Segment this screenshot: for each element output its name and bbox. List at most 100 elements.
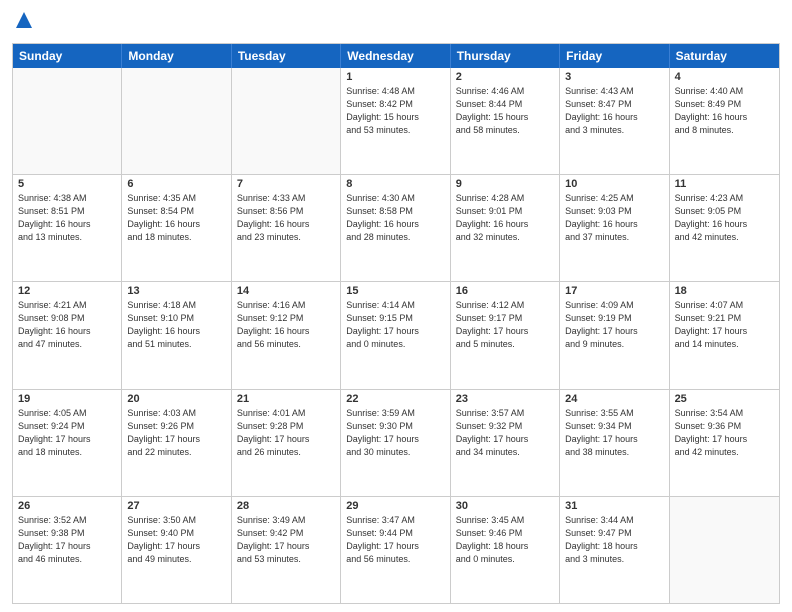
cell-info: Sunrise: 3:54 AM Sunset: 9:36 PM Dayligh… bbox=[675, 407, 774, 459]
cell-info: Sunrise: 4:18 AM Sunset: 9:10 PM Dayligh… bbox=[127, 299, 225, 351]
day-cell-2: 2Sunrise: 4:46 AM Sunset: 8:44 PM Daylig… bbox=[451, 68, 560, 174]
day-cell-6: 6 Sunrise: 4:35 AM Sunset: 8:54 PM Daylig… bbox=[122, 175, 231, 281]
day-cell-14: 14 Sunrise: 4:16 AM Sunset: 9:12 PM Dayli… bbox=[232, 282, 341, 388]
day-cell-23: 23 Sunrise: 3:57 AM Sunset: 9:32 PM Dayli… bbox=[451, 390, 560, 496]
calendar-header: SundayMondayTuesdayWednesdayThursdayFrid… bbox=[13, 44, 779, 68]
day-cell-11: 11 Sunrise: 4:23 AM Sunset: 9:05 PM Dayli… bbox=[670, 175, 779, 281]
week-row-4: 26 Sunrise: 3:52 AM Sunset: 9:38 PM Dayli… bbox=[13, 497, 779, 603]
day-number: 11 bbox=[675, 178, 774, 190]
day-cell-25: 25Sunrise: 3:54 AM Sunset: 9:36 PM Dayli… bbox=[670, 390, 779, 496]
day-number: 3 bbox=[565, 71, 663, 83]
day-number: 7 bbox=[237, 178, 335, 190]
cell-info: Sunrise: 3:44 AM Sunset: 9:47 PM Dayligh… bbox=[565, 514, 663, 566]
day-cell-22: 22Sunrise: 3:59 AM Sunset: 9:30 PM Dayli… bbox=[341, 390, 450, 496]
header bbox=[12, 10, 780, 35]
cell-info: Sunrise: 3:50 AM Sunset: 9:40 PM Dayligh… bbox=[127, 514, 225, 566]
day-number: 5 bbox=[18, 178, 116, 190]
logo-icon bbox=[14, 10, 34, 30]
day-number: 18 bbox=[675, 285, 774, 297]
day-number: 30 bbox=[456, 500, 554, 512]
day-cell-20: 20 Sunrise: 4:03 AM Sunset: 9:26 PM Dayli… bbox=[122, 390, 231, 496]
day-cell-3: 3 Sunrise: 4:43 AM Sunset: 8:47 PM Daylig… bbox=[560, 68, 669, 174]
cell-info: Sunrise: 3:49 AM Sunset: 9:42 PM Dayligh… bbox=[237, 514, 335, 566]
day-number: 16 bbox=[456, 285, 554, 297]
header-cell-friday: Friday bbox=[560, 44, 669, 68]
day-number: 9 bbox=[456, 178, 554, 190]
cell-info: Sunrise: 4:21 AM Sunset: 9:08 PM Dayligh… bbox=[18, 299, 116, 351]
cell-info: Sunrise: 4:16 AM Sunset: 9:12 PM Dayligh… bbox=[237, 299, 335, 351]
day-number: 15 bbox=[346, 285, 444, 297]
day-cell-7: 7 Sunrise: 4:33 AM Sunset: 8:56 PM Daylig… bbox=[232, 175, 341, 281]
day-number: 6 bbox=[127, 178, 225, 190]
day-number: 8 bbox=[346, 178, 444, 190]
cell-info: Sunrise: 4:38 AM Sunset: 8:51 PM Dayligh… bbox=[18, 192, 116, 244]
day-number: 20 bbox=[127, 393, 225, 405]
cell-info: Sunrise: 4:30 AM Sunset: 8:58 PM Dayligh… bbox=[346, 192, 444, 244]
day-number: 31 bbox=[565, 500, 663, 512]
cell-info: Sunrise: 4:12 AM Sunset: 9:17 PM Dayligh… bbox=[456, 299, 554, 351]
cell-info: Sunrise: 3:59 AM Sunset: 9:30 PM Dayligh… bbox=[346, 407, 444, 459]
cell-info: Sunrise: 4:33 AM Sunset: 8:56 PM Dayligh… bbox=[237, 192, 335, 244]
week-row-1: 5 Sunrise: 4:38 AM Sunset: 8:51 PM Daylig… bbox=[13, 175, 779, 282]
day-number: 1 bbox=[346, 71, 444, 83]
cell-info: Sunrise: 3:47 AM Sunset: 9:44 PM Dayligh… bbox=[346, 514, 444, 566]
day-cell-16: 16 Sunrise: 4:12 AM Sunset: 9:17 PM Dayli… bbox=[451, 282, 560, 388]
cell-info: Sunrise: 4:07 AM Sunset: 9:21 PM Dayligh… bbox=[675, 299, 774, 351]
day-cell-12: 12 Sunrise: 4:21 AM Sunset: 9:08 PM Dayli… bbox=[13, 282, 122, 388]
empty-cell bbox=[232, 68, 341, 174]
week-row-0: 1 Sunrise: 4:48 AM Sunset: 8:42 PM Daylig… bbox=[13, 68, 779, 175]
cell-info: Sunrise: 4:23 AM Sunset: 9:05 PM Dayligh… bbox=[675, 192, 774, 244]
cell-info: Sunrise: 4:35 AM Sunset: 8:54 PM Dayligh… bbox=[127, 192, 225, 244]
cell-info: Sunrise: 3:57 AM Sunset: 9:32 PM Dayligh… bbox=[456, 407, 554, 459]
day-cell-10: 10 Sunrise: 4:25 AM Sunset: 9:03 PM Dayli… bbox=[560, 175, 669, 281]
day-cell-18: 18 Sunrise: 4:07 AM Sunset: 9:21 PM Dayli… bbox=[670, 282, 779, 388]
day-cell-30: 30Sunrise: 3:45 AM Sunset: 9:46 PM Dayli… bbox=[451, 497, 560, 603]
empty-cell bbox=[670, 497, 779, 603]
page: SundayMondayTuesdayWednesdayThursdayFrid… bbox=[0, 0, 792, 612]
day-cell-17: 17 Sunrise: 4:09 AM Sunset: 9:19 PM Dayli… bbox=[560, 282, 669, 388]
cell-info: Sunrise: 3:52 AM Sunset: 9:38 PM Dayligh… bbox=[18, 514, 116, 566]
header-cell-thursday: Thursday bbox=[451, 44, 560, 68]
day-number: 21 bbox=[237, 393, 335, 405]
header-cell-tuesday: Tuesday bbox=[232, 44, 341, 68]
day-number: 26 bbox=[18, 500, 116, 512]
day-number: 28 bbox=[237, 500, 335, 512]
day-cell-4: 4Sunrise: 4:40 AM Sunset: 8:49 PM Daylig… bbox=[670, 68, 779, 174]
day-number: 12 bbox=[18, 285, 116, 297]
day-number: 10 bbox=[565, 178, 663, 190]
day-number: 13 bbox=[127, 285, 225, 297]
day-number: 14 bbox=[237, 285, 335, 297]
day-number: 24 bbox=[565, 393, 663, 405]
calendar: SundayMondayTuesdayWednesdayThursdayFrid… bbox=[12, 43, 780, 604]
day-cell-9: 9 Sunrise: 4:28 AM Sunset: 9:01 PM Daylig… bbox=[451, 175, 560, 281]
cell-info: Sunrise: 4:48 AM Sunset: 8:42 PM Dayligh… bbox=[346, 85, 444, 137]
day-number: 29 bbox=[346, 500, 444, 512]
cell-info: Sunrise: 4:05 AM Sunset: 9:24 PM Dayligh… bbox=[18, 407, 116, 459]
week-row-2: 12 Sunrise: 4:21 AM Sunset: 9:08 PM Dayli… bbox=[13, 282, 779, 389]
empty-cell bbox=[13, 68, 122, 174]
cell-info: Sunrise: 4:09 AM Sunset: 9:19 PM Dayligh… bbox=[565, 299, 663, 351]
day-cell-21: 21 Sunrise: 4:01 AM Sunset: 9:28 PM Dayli… bbox=[232, 390, 341, 496]
header-cell-wednesday: Wednesday bbox=[341, 44, 450, 68]
day-number: 23 bbox=[456, 393, 554, 405]
day-cell-13: 13 Sunrise: 4:18 AM Sunset: 9:10 PM Dayli… bbox=[122, 282, 231, 388]
cell-info: Sunrise: 4:46 AM Sunset: 8:44 PM Dayligh… bbox=[456, 85, 554, 137]
day-cell-1: 1 Sunrise: 4:48 AM Sunset: 8:42 PM Daylig… bbox=[341, 68, 450, 174]
calendar-body: 1 Sunrise: 4:48 AM Sunset: 8:42 PM Daylig… bbox=[13, 68, 779, 603]
cell-info: Sunrise: 4:28 AM Sunset: 9:01 PM Dayligh… bbox=[456, 192, 554, 244]
header-cell-sunday: Sunday bbox=[13, 44, 122, 68]
cell-info: Sunrise: 4:25 AM Sunset: 9:03 PM Dayligh… bbox=[565, 192, 663, 244]
day-cell-24: 24 Sunrise: 3:55 AM Sunset: 9:34 PM Dayli… bbox=[560, 390, 669, 496]
cell-info: Sunrise: 4:01 AM Sunset: 9:28 PM Dayligh… bbox=[237, 407, 335, 459]
cell-info: Sunrise: 4:03 AM Sunset: 9:26 PM Dayligh… bbox=[127, 407, 225, 459]
day-number: 17 bbox=[565, 285, 663, 297]
logo bbox=[12, 10, 34, 35]
cell-info: Sunrise: 4:43 AM Sunset: 8:47 PM Dayligh… bbox=[565, 85, 663, 137]
header-cell-monday: Monday bbox=[122, 44, 231, 68]
cell-info: Sunrise: 3:55 AM Sunset: 9:34 PM Dayligh… bbox=[565, 407, 663, 459]
day-cell-15: 15Sunrise: 4:14 AM Sunset: 9:15 PM Dayli… bbox=[341, 282, 450, 388]
day-cell-27: 27 Sunrise: 3:50 AM Sunset: 9:40 PM Dayli… bbox=[122, 497, 231, 603]
header-cell-saturday: Saturday bbox=[670, 44, 779, 68]
day-number: 27 bbox=[127, 500, 225, 512]
day-cell-29: 29 Sunrise: 3:47 AM Sunset: 9:44 PM Dayli… bbox=[341, 497, 450, 603]
